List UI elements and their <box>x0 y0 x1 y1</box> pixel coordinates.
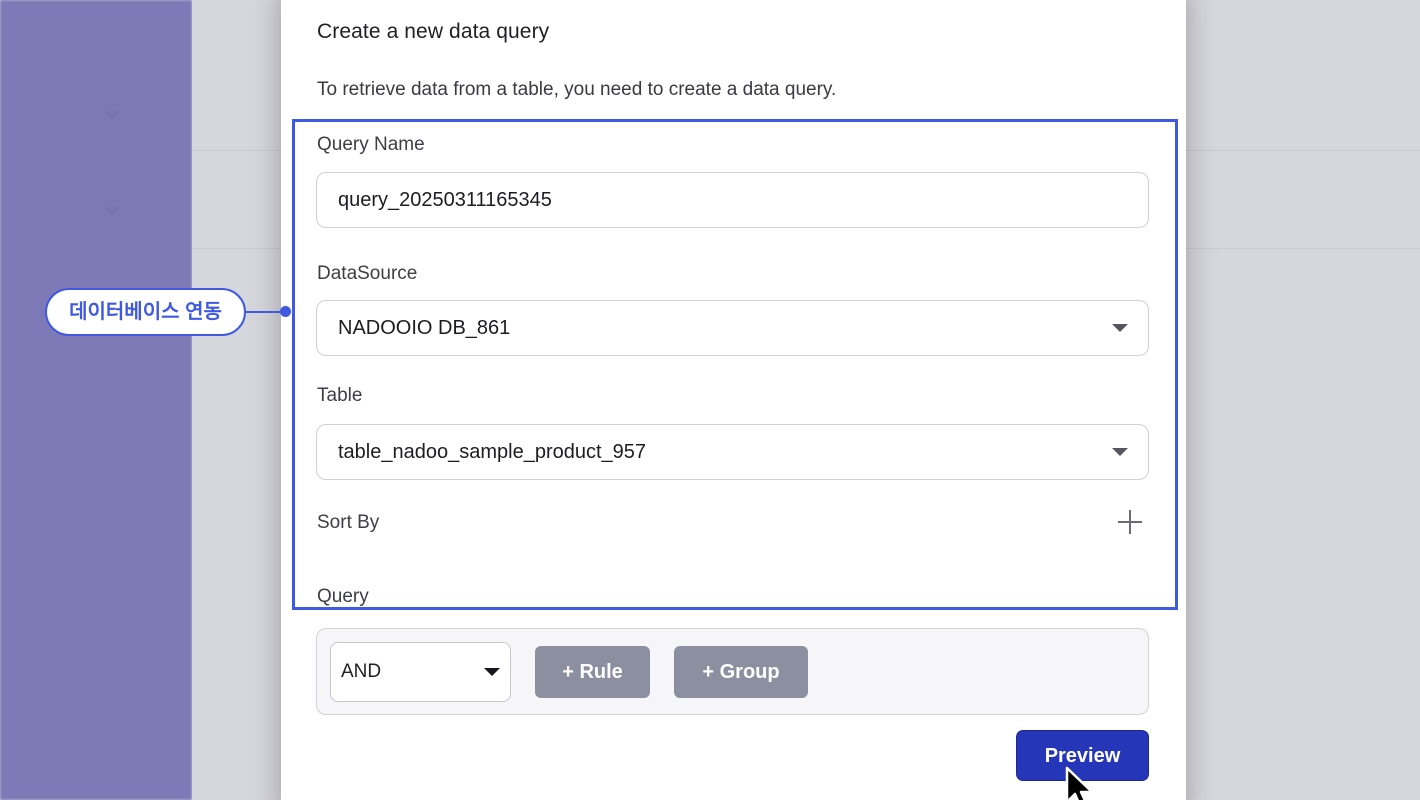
callout-label: 데이터베이스 연동 <box>45 288 246 336</box>
table-select[interactable]: table_nadoo_sample_product_957 <box>316 424 1149 480</box>
datasource-label: DataSource <box>317 263 418 284</box>
create-query-modal: Create a new data query To retrieve data… <box>281 0 1186 800</box>
screen: ⌵ ⌵ Create a new data query To retrieve … <box>0 0 1420 800</box>
add-rule-button[interactable]: + Rule <box>535 646 650 698</box>
combinator-select-value: AND <box>341 661 382 682</box>
dropdown-caret-icon <box>484 668 500 676</box>
table-select-value: table_nadoo_sample_product_957 <box>338 441 647 463</box>
background-sidebar: ⌵ ⌵ <box>0 0 192 800</box>
sort-by-label: Sort By <box>317 512 380 533</box>
add-sort-plus-icon[interactable] <box>1115 507 1145 537</box>
query-name-input[interactable]: query_20250311165345 <box>316 172 1149 228</box>
modal-subtitle: To retrieve data from a table, you need … <box>317 79 837 100</box>
modal-title: Create a new data query <box>317 20 550 43</box>
callout-dot <box>280 306 291 317</box>
query-name-label: Query Name <box>317 134 425 155</box>
datasource-select[interactable]: NADOOIO DB_861 <box>316 300 1149 356</box>
dropdown-caret-icon <box>1112 324 1128 332</box>
mouse-cursor-icon <box>1065 766 1094 800</box>
add-group-button[interactable]: + Group <box>674 646 808 698</box>
chevron-down-icon: ⌵ <box>105 198 119 218</box>
datasource-select-value: NADOOIO DB_861 <box>338 317 511 339</box>
query-builder: AND + Rule + Group <box>316 628 1149 715</box>
query-label: Query <box>317 586 369 607</box>
dropdown-caret-icon <box>1112 448 1128 456</box>
chevron-down-icon: ⌵ <box>105 102 119 122</box>
table-label: Table <box>317 385 363 406</box>
combinator-select[interactable]: AND <box>330 642 511 702</box>
